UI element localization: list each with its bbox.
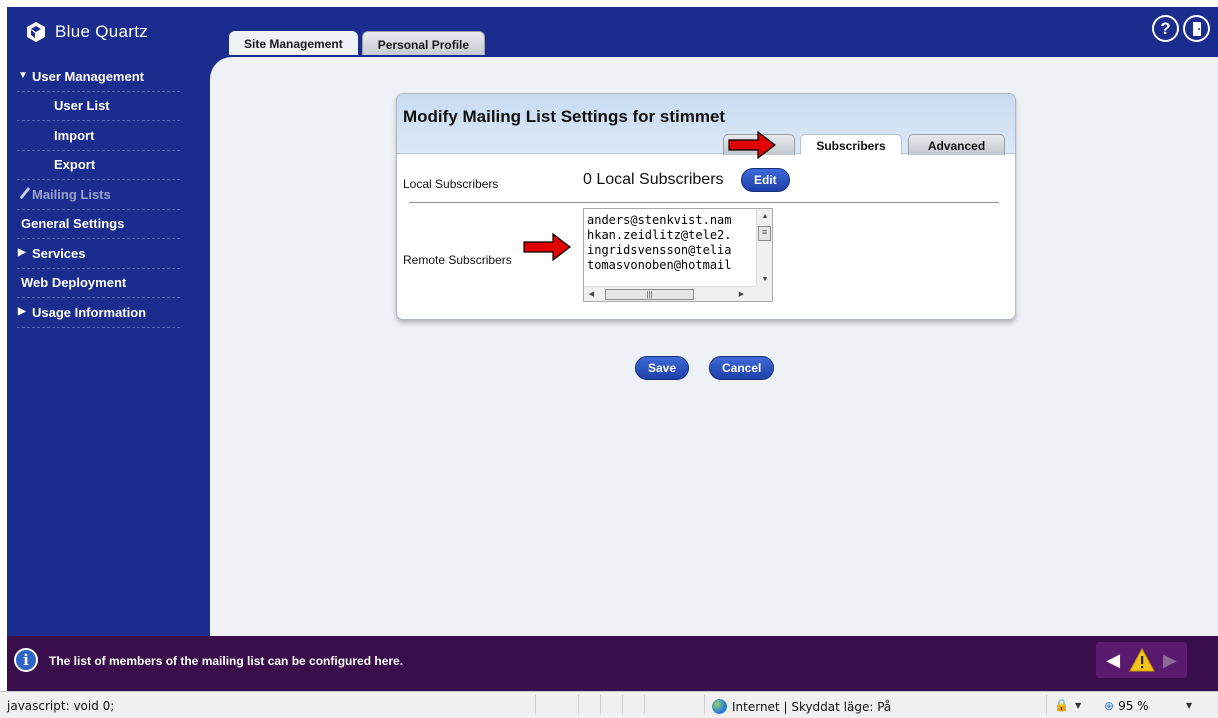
status-separator (704, 695, 705, 715)
logout-icon[interactable] (1183, 15, 1210, 42)
sidebar-item-mailing-lists[interactable]: Mailing Lists (17, 180, 180, 210)
message-text: The list of members of the mailing list … (49, 654, 404, 668)
logo-text: Blue Quartz (55, 22, 149, 41)
chevron-down-icon[interactable]: ▼ (1186, 701, 1192, 710)
globe-icon (712, 699, 727, 714)
scroll-down-icon[interactable]: ▼ (757, 272, 773, 287)
header-icons: ? (1152, 15, 1210, 42)
header: Blue Quartz Site Management Personal Pro… (7, 7, 1218, 62)
sidebar-item-user-management[interactable]: ▼ User Management (17, 62, 180, 92)
scroll-thumb-horizontal[interactable]: ||| (605, 289, 694, 300)
status-separator (600, 695, 601, 715)
status-separator (535, 695, 536, 715)
alert-navigator: ◀ ▶ (1096, 642, 1187, 678)
browser-status-bar: javascript: void 0; Internet | Skyddat l… (0, 691, 1218, 718)
sidebar-item-label: Mailing Lists (32, 186, 111, 202)
pencil-icon (20, 187, 30, 199)
save-button[interactable]: Save (635, 356, 690, 380)
blue-quartz-logo-icon (27, 22, 45, 42)
status-separator (578, 695, 579, 715)
expanded-arrow-icon: ▼ (18, 70, 28, 81)
remote-subscribers-text: anders@stenkvist.nam hkan.zeidlitz@tele2… (587, 213, 732, 272)
sidebar-item-usage-information[interactable]: ▶ Usage Information (17, 298, 180, 328)
message-bar: i The list of members of the mailing lis… (7, 636, 1218, 691)
status-separator (1046, 695, 1047, 715)
edit-button[interactable]: Edit (741, 168, 790, 192)
security-zone[interactable]: Internet | Skyddat läge: På (712, 699, 891, 714)
collapsed-arrow-icon: ▶ (18, 306, 26, 317)
status-text: javascript: void 0; (7, 699, 115, 713)
warning-icon[interactable] (1128, 648, 1155, 672)
panel-title: Modify Mailing List Settings for stimmet (403, 107, 726, 126)
scroll-left-icon[interactable]: ◀ (584, 287, 599, 302)
red-arrow-icon (523, 232, 571, 262)
tab-personal-profile[interactable]: Personal Profile (361, 31, 486, 55)
zoom-control[interactable]: ⊕ 95 % (1104, 699, 1149, 713)
app-window: Blue Quartz Site Management Personal Pro… (7, 7, 1218, 691)
tab-subscribers[interactable]: Subscribers (800, 134, 902, 155)
collapsed-arrow-icon: ▶ (18, 247, 26, 258)
chevron-down-icon[interactable]: ▼ (1075, 701, 1081, 710)
panel-header: Modify Mailing List Settings for stimmet… (397, 94, 1015, 155)
zoom-level: 95 % (1118, 699, 1149, 713)
scroll-thumb[interactable]: ≡ (758, 226, 771, 241)
sidebar-item-user-list[interactable]: User List (17, 92, 180, 121)
sidebar-item-general-settings[interactable]: General Settings (17, 210, 180, 239)
sidebar-item-label: Services (32, 245, 86, 261)
sidebar-item-label: User List (54, 98, 110, 114)
tab-advanced[interactable]: Advanced (908, 134, 1005, 155)
sidebar-item-import[interactable]: Import (17, 121, 180, 151)
vertical-scrollbar[interactable]: ▲ ≡ ▼ (756, 209, 772, 287)
remote-subscribers-label: Remote Subscribers (403, 253, 512, 267)
sidebar-item-label: General Settings (21, 216, 125, 232)
status-separator (622, 695, 623, 715)
logo[interactable]: Blue Quartz (25, 21, 148, 43)
door-icon (1192, 21, 1201, 36)
tab-site-management[interactable]: Site Management (229, 31, 358, 55)
local-subscribers-label: Local Subscribers (403, 177, 499, 191)
help-icon[interactable]: ? (1152, 15, 1179, 42)
status-separator (644, 695, 645, 715)
local-subscribers-count: 0 Local Subscribers (583, 171, 724, 188)
scroll-right-icon[interactable]: ▶ (734, 287, 749, 302)
sidebar-item-label: Web Deployment (21, 275, 127, 291)
sidebar-item-label: Export (54, 157, 96, 173)
sidebar-item-export[interactable]: Export (17, 151, 180, 180)
scroll-corner (756, 286, 772, 301)
main-content: Modify Mailing List Settings for stimmet… (210, 57, 1218, 636)
scroll-up-icon[interactable]: ▲ (757, 209, 773, 224)
sidebar: ▼ User Management User List Import Expor… (7, 62, 210, 636)
settings-panel: Modify Mailing List Settings for stimmet… (396, 93, 1016, 320)
cancel-button[interactable]: Cancel (709, 356, 775, 380)
horizontal-scrollbar[interactable]: ◀ ||| ▶ (584, 286, 758, 301)
top-tabs: Site Management Personal Profile (229, 31, 486, 55)
sidebar-item-services[interactable]: ▶ Services (17, 239, 180, 269)
sidebar-item-web-deployment[interactable]: Web Deployment (17, 269, 180, 298)
zone-text: Internet | Skyddat läge: På (732, 699, 892, 714)
info-icon: i (14, 648, 38, 672)
red-arrow-icon (728, 130, 776, 160)
protected-mode-icon[interactable]: 🔒 (1054, 698, 1069, 712)
next-arrow-icon[interactable]: ▶ (1163, 650, 1177, 671)
sidebar-item-label: User Management (32, 68, 144, 84)
remote-subscribers-textarea[interactable]: anders@stenkvist.nam hkan.zeidlitz@tele2… (583, 208, 773, 302)
sidebar-item-label: Import (54, 127, 95, 143)
sidebar-item-label: Usage Information (32, 304, 147, 320)
previous-arrow-icon[interactable]: ◀ (1106, 650, 1120, 671)
divider (409, 202, 999, 203)
zoom-icon: ⊕ (1104, 699, 1115, 713)
